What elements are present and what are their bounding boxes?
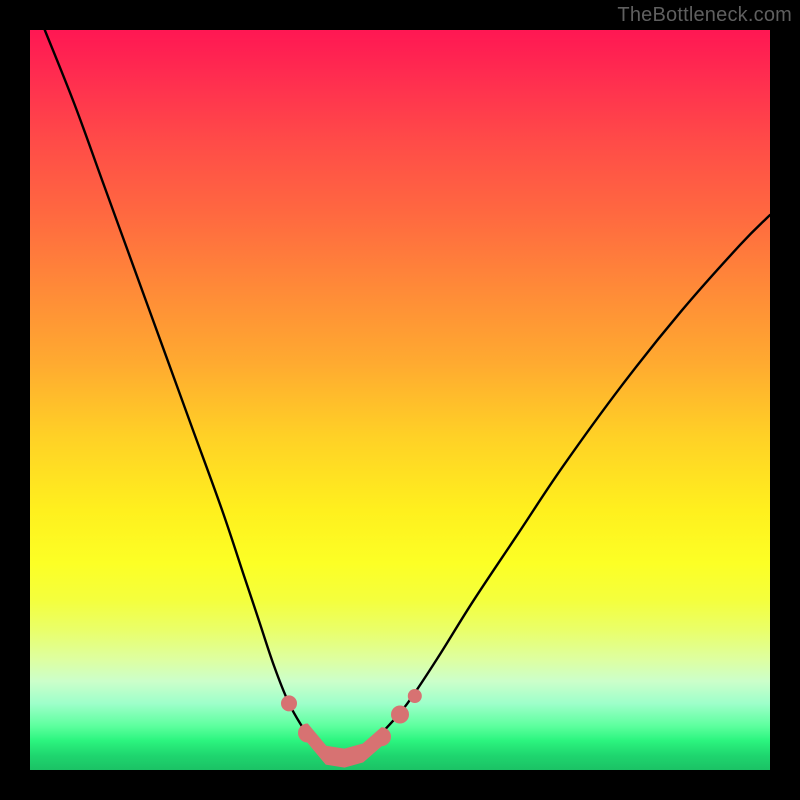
curve-markers-group <box>281 689 422 767</box>
watermark-text: TheBottleneck.com <box>617 4 792 27</box>
marker-dot <box>281 695 297 711</box>
marker-dot <box>408 689 422 703</box>
marker-blob <box>299 724 391 767</box>
chart-svg <box>30 30 770 770</box>
bottleneck-curve-line <box>45 30 770 758</box>
marker-dot <box>391 706 409 724</box>
plot-area <box>30 30 770 770</box>
chart-frame: TheBottleneck.com <box>0 0 800 800</box>
